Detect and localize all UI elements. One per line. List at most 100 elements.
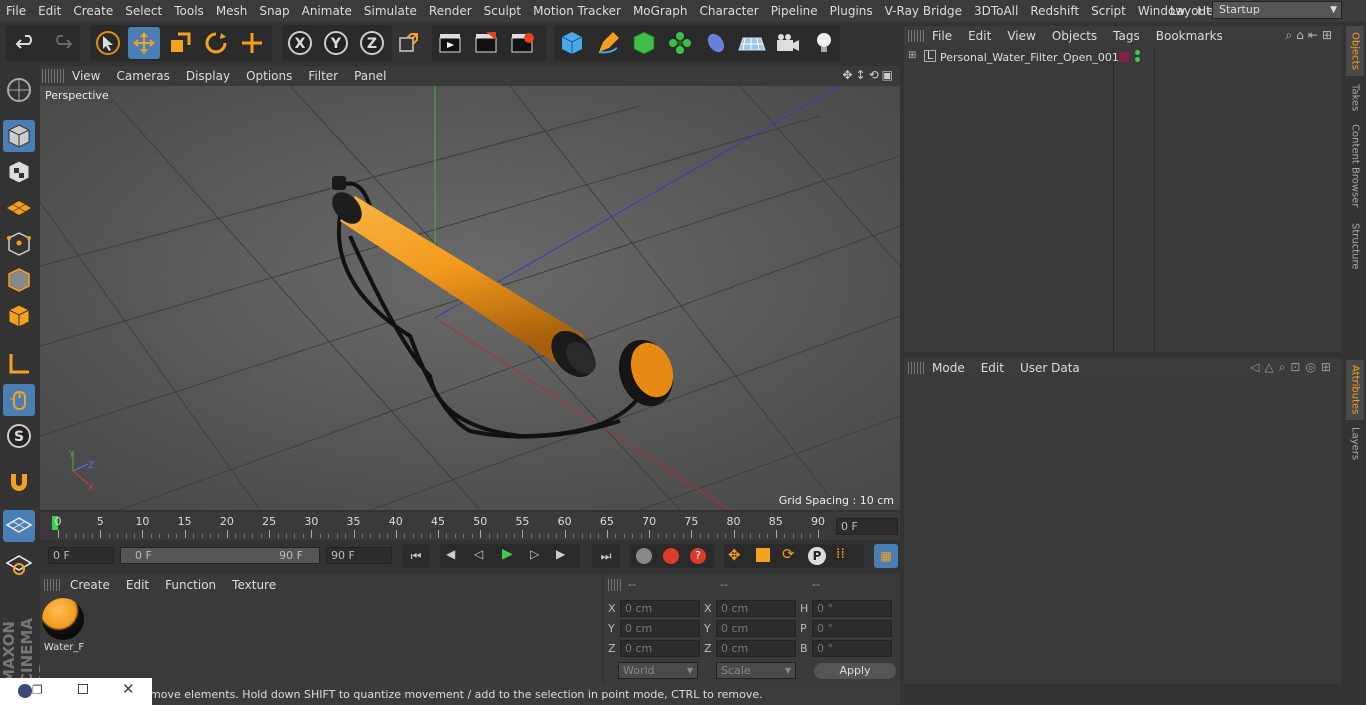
timeline-window-button[interactable]: ▦ bbox=[874, 544, 898, 568]
coord-value-field[interactable]: 0 cm bbox=[620, 640, 700, 657]
rotate-button[interactable] bbox=[200, 27, 232, 59]
undo-button[interactable] bbox=[10, 27, 42, 59]
mat-menu-edit[interactable]: Edit bbox=[118, 578, 157, 592]
mat-menu-texture[interactable]: Texture bbox=[224, 578, 284, 592]
tab-layers[interactable]: Layers bbox=[1346, 424, 1364, 464]
close-icon[interactable]: ✕ bbox=[122, 680, 135, 698]
obj-menu-file[interactable]: File bbox=[924, 29, 960, 43]
render-picture-viewer-button[interactable] bbox=[470, 27, 502, 59]
go-to-end-button[interactable]: ⏭ bbox=[592, 544, 620, 568]
menu-snap[interactable]: Snap bbox=[253, 0, 295, 22]
viewport-nav-icons[interactable]: ✥↕⟲▣ bbox=[842, 68, 896, 82]
end-frame-field[interactable]: 90 F bbox=[326, 547, 392, 564]
vp-menu-cameras[interactable]: Cameras bbox=[108, 69, 177, 83]
menu-sculpt[interactable]: Sculpt bbox=[478, 0, 527, 22]
coord-value-field[interactable]: 0 cm bbox=[620, 620, 700, 637]
recent-tool-button[interactable] bbox=[236, 27, 268, 59]
menu-edit[interactable]: Edit bbox=[32, 0, 67, 22]
subdivision-surface-button[interactable] bbox=[628, 27, 660, 59]
menu-script[interactable]: Script bbox=[1085, 0, 1132, 22]
menu-create[interactable]: Create bbox=[67, 0, 119, 22]
attr-menu-mode[interactable]: Mode bbox=[924, 361, 973, 375]
material-swatch[interactable]: Water_F bbox=[42, 598, 86, 656]
key-position-icon[interactable]: ✥ bbox=[728, 546, 741, 564]
cube-object-button[interactable] bbox=[556, 27, 588, 59]
x-axis-button[interactable]: X bbox=[284, 27, 316, 59]
render-visibility-dot[interactable] bbox=[1135, 57, 1140, 62]
coordinate-system-button[interactable] bbox=[392, 27, 424, 59]
menu-mesh[interactable]: Mesh bbox=[210, 0, 254, 22]
move-button[interactable] bbox=[128, 27, 160, 59]
tab-takes[interactable]: Takes bbox=[1346, 80, 1364, 116]
tab-content-browser[interactable]: Content Browser bbox=[1346, 120, 1364, 212]
current-frame-field[interactable]: 0 F bbox=[836, 518, 898, 535]
points-mode-button[interactable] bbox=[3, 228, 35, 260]
texture-mode-button[interactable] bbox=[3, 156, 35, 188]
cinema4d-app-icon[interactable] bbox=[18, 684, 32, 698]
restore-icon[interactable]: ❐ bbox=[32, 683, 43, 697]
vp-menu-panel[interactable]: Panel bbox=[346, 69, 394, 83]
locked-workplane-button[interactable] bbox=[3, 548, 35, 580]
menu-character[interactable]: Character bbox=[693, 0, 764, 22]
menu-animate[interactable]: Animate bbox=[296, 0, 358, 22]
obj-menu-bookmarks[interactable]: Bookmarks bbox=[1148, 29, 1231, 43]
y-axis-button[interactable]: Y bbox=[320, 27, 352, 59]
render-view-button[interactable] bbox=[434, 27, 466, 59]
next-key-button[interactable]: ▶ bbox=[556, 547, 565, 561]
object-search-nav-icons[interactable]: ⌕⌂⇤⊞ bbox=[1286, 28, 1336, 43]
previous-key-button[interactable]: ◀ bbox=[446, 547, 455, 561]
expand-icon[interactable]: ⊞ bbox=[908, 50, 916, 61]
attr-menu-edit[interactable]: Edit bbox=[973, 361, 1012, 375]
live-selection-button[interactable] bbox=[92, 27, 124, 59]
menu-3dtoall[interactable]: 3DToAll bbox=[968, 0, 1024, 22]
3d-viewport[interactable]: Y Z X Perspective Grid Spacing : 10 cm bbox=[40, 86, 900, 510]
coord-mode-dropdown[interactable]: World ▼ bbox=[618, 662, 698, 679]
menu-motion-tracker[interactable]: Motion Tracker bbox=[527, 0, 627, 22]
polygons-mode-button[interactable] bbox=[3, 300, 35, 332]
vp-menu-view[interactable]: View bbox=[64, 69, 108, 83]
layer-color-swatch[interactable] bbox=[1119, 52, 1129, 62]
menu-render[interactable]: Render bbox=[423, 0, 478, 22]
autokey-help-button[interactable]: ? bbox=[690, 548, 706, 564]
key-parameter-icon[interactable]: P bbox=[808, 547, 826, 565]
attr-menu-user-data[interactable]: User Data bbox=[1012, 361, 1088, 375]
obj-menu-view[interactable]: View bbox=[999, 29, 1043, 43]
key-rotation-icon[interactable]: ⟳ bbox=[782, 545, 795, 563]
menu-mograph[interactable]: MoGraph bbox=[627, 0, 694, 22]
record-button[interactable] bbox=[663, 548, 679, 564]
mat-menu-create[interactable]: Create bbox=[62, 578, 118, 592]
play-button[interactable]: ▶ bbox=[502, 546, 513, 562]
obj-menu-objects[interactable]: Objects bbox=[1044, 29, 1105, 43]
model-mode-button[interactable] bbox=[3, 120, 35, 152]
previous-frame-button[interactable]: ◁ bbox=[474, 547, 483, 561]
redo-button[interactable] bbox=[46, 27, 78, 59]
go-to-start-button[interactable]: ⏮ bbox=[402, 544, 430, 568]
pen-spline-button[interactable] bbox=[592, 27, 624, 59]
mat-menu-function[interactable]: Function bbox=[157, 578, 224, 592]
z-axis-button[interactable]: Z bbox=[356, 27, 388, 59]
tab-structure[interactable]: Structure bbox=[1346, 218, 1364, 274]
edges-mode-button[interactable] bbox=[3, 264, 35, 296]
coord-value-field[interactable]: 0 ° bbox=[812, 600, 892, 617]
solo-button[interactable]: S bbox=[3, 420, 35, 452]
key-pla-icon[interactable]: ⁞⁞ bbox=[836, 546, 845, 562]
start-frame-field[interactable]: 0 F bbox=[48, 547, 114, 564]
workplane-lock-button[interactable] bbox=[3, 510, 35, 542]
cloner-button[interactable] bbox=[664, 27, 696, 59]
make-editable-button[interactable] bbox=[3, 74, 35, 106]
coord-value-field[interactable]: 0 cm bbox=[716, 600, 796, 617]
timeline-ruler[interactable]: 0 5 10 15 20 25 30 35 40 45 50 55 60 65 70 75 80 85 90 0 F bbox=[40, 512, 900, 540]
menu-redshift[interactable]: Redshift bbox=[1024, 0, 1085, 22]
tab-objects[interactable]: Objects bbox=[1346, 26, 1364, 76]
menu-pipeline[interactable]: Pipeline bbox=[765, 0, 824, 22]
obj-menu-tags[interactable]: Tags bbox=[1105, 29, 1148, 43]
tweak-mode-button[interactable] bbox=[3, 384, 35, 416]
snap-button[interactable] bbox=[3, 466, 35, 498]
editor-visibility-dot[interactable] bbox=[1135, 50, 1140, 55]
menu-select[interactable]: Select bbox=[119, 0, 168, 22]
camera-label[interactable]: Perspective bbox=[42, 88, 112, 103]
tab-attributes[interactable]: Attributes bbox=[1346, 360, 1364, 420]
menu-vray-bridge[interactable]: V-Ray Bridge bbox=[879, 0, 968, 22]
camera-button[interactable] bbox=[772, 27, 804, 59]
menu-tools[interactable]: Tools bbox=[168, 0, 210, 22]
